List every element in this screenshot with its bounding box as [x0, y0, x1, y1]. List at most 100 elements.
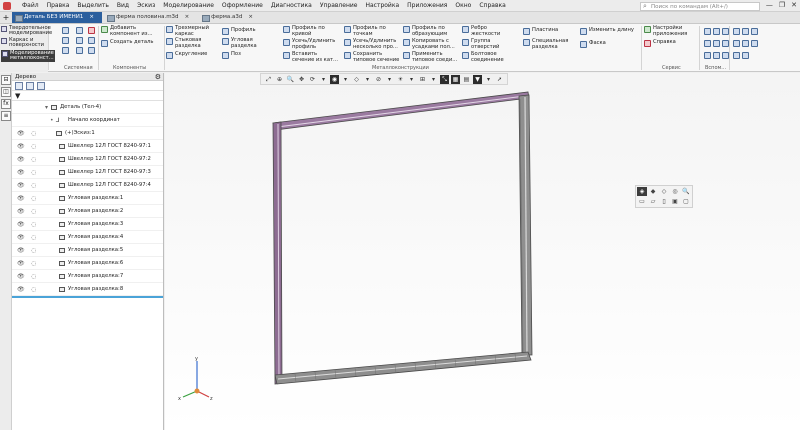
menu-applications[interactable]: Приложения: [407, 2, 447, 9]
tab-truss[interactable]: ферма.a3d ×: [199, 12, 261, 23]
command-search-input[interactable]: Поиск по командам (Alt+/): [640, 2, 760, 11]
print-icon[interactable]: [76, 27, 83, 34]
tree-structure-icon[interactable]: [26, 82, 34, 90]
view-iso-icon[interactable]: ◈: [637, 187, 647, 196]
eye-icon[interactable]: 👁: [17, 257, 25, 270]
trim-extend-button[interactable]: Усечь/Удлинить профиль: [283, 38, 341, 50]
profile-points-button[interactable]: Профиль по точкам: [344, 25, 400, 37]
tab-part-unnamed[interactable]: Деталь БЕЗ ИМЕНИ1 ×: [12, 12, 102, 23]
eye-icon[interactable]: 👁: [17, 218, 25, 231]
eye-icon[interactable]: 👁: [17, 166, 25, 179]
redo-icon[interactable]: [76, 47, 83, 54]
profile-curve-button[interactable]: Профиль по кривой: [283, 25, 341, 37]
view-cube-icon[interactable]: ◇: [659, 187, 669, 196]
aux-tool-1-icon[interactable]: [704, 28, 729, 35]
bolt-joint-button[interactable]: Болтовое соединение: [462, 51, 512, 63]
tree-panel-icon[interactable]: ⊟: [1, 75, 11, 85]
close-tab-icon[interactable]: ×: [248, 14, 253, 20]
new-doc-icon[interactable]: [62, 27, 69, 34]
eye-icon[interactable]: 👁: [17, 244, 25, 257]
menu-select[interactable]: Выделить: [77, 2, 108, 9]
hole-group-button[interactable]: Группа отверстий: [462, 38, 512, 50]
tree-item[interactable]: 👁 ◌ Угловая разделка:3: [12, 218, 163, 231]
tree-order-icon[interactable]: [37, 82, 45, 90]
extra-tool-1-icon[interactable]: [733, 28, 758, 35]
menu-window[interactable]: Окно: [455, 2, 471, 9]
tree-item[interactable]: 👁 ◌ Швеллер 12Л ГОСТ 8240-97:4: [12, 179, 163, 192]
close-window-button[interactable]: ✕: [791, 1, 797, 9]
close-tab-icon[interactable]: ×: [89, 14, 94, 20]
copy-with-button[interactable]: Копировать с усадками пол...: [403, 38, 459, 50]
eye-icon[interactable]: 👁: [17, 270, 25, 283]
view-rotate-icon[interactable]: ◎: [670, 187, 680, 196]
tree-item[interactable]: 👁 ◌ Угловая разделка:5: [12, 244, 163, 257]
eye-icon[interactable]: 👁: [17, 192, 25, 205]
open-doc-icon[interactable]: [62, 37, 69, 44]
copy-icon[interactable]: [88, 37, 95, 44]
view-copy-icon[interactable]: ▢: [681, 197, 691, 206]
chamfer-button[interactable]: Фаска: [580, 40, 638, 48]
profile-generators-button[interactable]: Профиль по образующим: [403, 25, 459, 37]
tree-item[interactable]: 👁 ◌ Угловая разделка:8: [12, 283, 163, 296]
menu-edit[interactable]: Правка: [47, 2, 70, 9]
eye-icon[interactable]: 👁: [17, 179, 25, 192]
view-front-icon[interactable]: ◆: [648, 187, 658, 196]
tree-item-origin[interactable]: • ⅃ Начало координат: [12, 114, 163, 127]
cut-icon[interactable]: [88, 27, 95, 34]
view-back-icon[interactable]: ▯: [659, 197, 669, 206]
view-save-icon[interactable]: ▣: [670, 197, 680, 206]
pos-button[interactable]: Поз: [222, 51, 270, 59]
chevron-down-icon[interactable]: ▾: [45, 101, 48, 114]
mode-solid-modeling[interactable]: Твердотельное моделирование: [1, 25, 52, 36]
create-part-button[interactable]: Создать деталь: [101, 39, 161, 47]
close-tab-icon[interactable]: ×: [185, 14, 190, 20]
eye-icon[interactable]: 👁: [17, 153, 25, 166]
joint-section-button[interactable]: Стыковая разделка: [166, 37, 220, 49]
fillet-button[interactable]: Скругление: [166, 51, 220, 59]
zoom-icon[interactable]: 🔍: [681, 187, 691, 196]
trim-multi-button[interactable]: Усечь/Удлинить несколько про...: [344, 38, 400, 50]
variables-fx-icon[interactable]: fx: [1, 99, 11, 109]
app-settings-button[interactable]: Настройки приложения: [644, 25, 696, 37]
add-tab-button[interactable]: +: [0, 12, 12, 23]
tree-item[interactable]: 👁 ◌ Угловая разделка:6: [12, 257, 163, 270]
tree-view-icon[interactable]: [15, 82, 23, 90]
view-side-icon[interactable]: ▱: [648, 197, 658, 206]
save-doc-icon[interactable]: [62, 47, 69, 54]
eye-icon[interactable]: 👁: [17, 231, 25, 244]
filter-icon[interactable]: ▼: [15, 92, 20, 100]
help-button[interactable]: Справка: [644, 39, 696, 47]
special-section-button[interactable]: Специальная разделка: [523, 38, 573, 50]
mode-wireframe-surfaces[interactable]: Каркас и поверхности: [1, 37, 48, 48]
tree-item[interactable]: 👁 ◌ Швеллер 12Л ГОСТ 8240-97:2: [12, 153, 163, 166]
props-panel-icon[interactable]: ◫: [1, 87, 11, 97]
eye-icon[interactable]: 👁: [17, 205, 25, 218]
eye-icon[interactable]: 👁: [17, 127, 25, 140]
menu-sketch[interactable]: Эскиз: [137, 2, 155, 9]
profile-button[interactable]: Профиль: [222, 27, 270, 35]
minimize-button[interactable]: —: [766, 1, 773, 9]
menu-help[interactable]: Справка: [479, 2, 505, 9]
gear-icon[interactable]: ⚙: [155, 73, 161, 81]
menu-file[interactable]: Файл: [22, 2, 39, 9]
menu-modeling[interactable]: Моделирование: [163, 2, 214, 9]
change-length-button[interactable]: Изменить длину: [580, 27, 638, 35]
frame-3d-button[interactable]: Трехмерный каркас: [166, 25, 220, 37]
extra-tool-2-icon[interactable]: [733, 40, 758, 47]
menu-drafting[interactable]: Оформление: [222, 2, 263, 9]
save-std-section-button[interactable]: Сохранить типовое сечение: [344, 51, 400, 63]
view-top-icon[interactable]: ▭: [637, 197, 647, 206]
tab-truss-half[interactable]: ферма половина.m3d ×: [104, 12, 197, 23]
aux-tool-3-icon[interactable]: [704, 52, 729, 59]
menu-lines-icon[interactable]: ≡: [1, 111, 11, 121]
paste-icon[interactable]: [88, 47, 95, 54]
tree-item[interactable]: 👁 ◌ Угловая разделка:2: [12, 205, 163, 218]
rib-button[interactable]: Ребро жесткости: [462, 25, 512, 37]
insert-section-button[interactable]: Вставить сечение из кат...: [283, 51, 341, 63]
model-viewport[interactable]: ⤢ ⊕ 🔍 ✥ ⟳ ▾ ◉ ▾ ◇ ▾ ⊘ ▾ ☀ ▾ ⊞ ▾ ⤡ ▦ ▤ ▼ …: [165, 73, 800, 430]
eye-icon[interactable]: 👁: [17, 140, 25, 153]
extra-tool-3-icon[interactable]: [733, 52, 749, 59]
plate-button[interactable]: Пластина: [523, 27, 573, 35]
mode-metal-structures[interactable]: Моделирование металлоконст...: [1, 50, 55, 62]
tree-item[interactable]: 👁 ◌ Угловая разделка:7: [12, 270, 163, 283]
